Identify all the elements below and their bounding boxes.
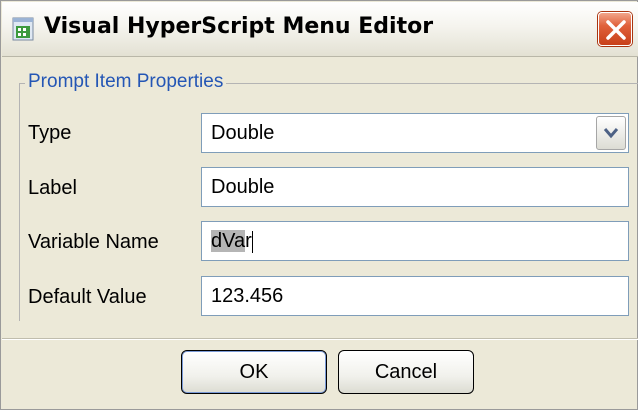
type-selected-value: Double: [211, 122, 275, 144]
label-field-value: Double: [211, 176, 275, 198]
dropdown-arrow-button[interactable]: [596, 116, 626, 150]
default-value-field-value: 123.456: [211, 285, 284, 307]
variable-name-rest-text: r: [245, 230, 252, 252]
variable-name-selected-text: dVa: [211, 230, 246, 252]
button-divider: [2, 338, 638, 340]
window-title: Visual HyperScript Menu Editor: [44, 14, 434, 39]
close-icon: [606, 20, 626, 40]
default-value-label: Default Value: [28, 286, 147, 308]
type-dropdown[interactable]: Double: [201, 113, 629, 153]
variable-name-field[interactable]: dVar: [201, 221, 629, 261]
hyperscript-app-icon: [12, 17, 34, 41]
label-label: Label: [28, 177, 77, 199]
title-bar[interactable]: Visual HyperScript Menu Editor: [2, 2, 638, 57]
dialog-window: Visual HyperScript Menu Editor Prompt It…: [0, 0, 638, 410]
group-legend: Prompt Item Properties: [25, 71, 227, 93]
close-button[interactable]: [598, 12, 632, 46]
cancel-button[interactable]: Cancel: [338, 350, 474, 394]
text-cursor: [251, 230, 253, 253]
chevron-down-icon: [603, 128, 619, 139]
type-label: Type: [28, 122, 72, 144]
label-field[interactable]: Double: [201, 167, 629, 207]
default-value-field[interactable]: 123.456: [201, 276, 629, 316]
variable-name-label: Variable Name: [28, 231, 159, 253]
ok-button[interactable]: OK: [181, 350, 327, 394]
